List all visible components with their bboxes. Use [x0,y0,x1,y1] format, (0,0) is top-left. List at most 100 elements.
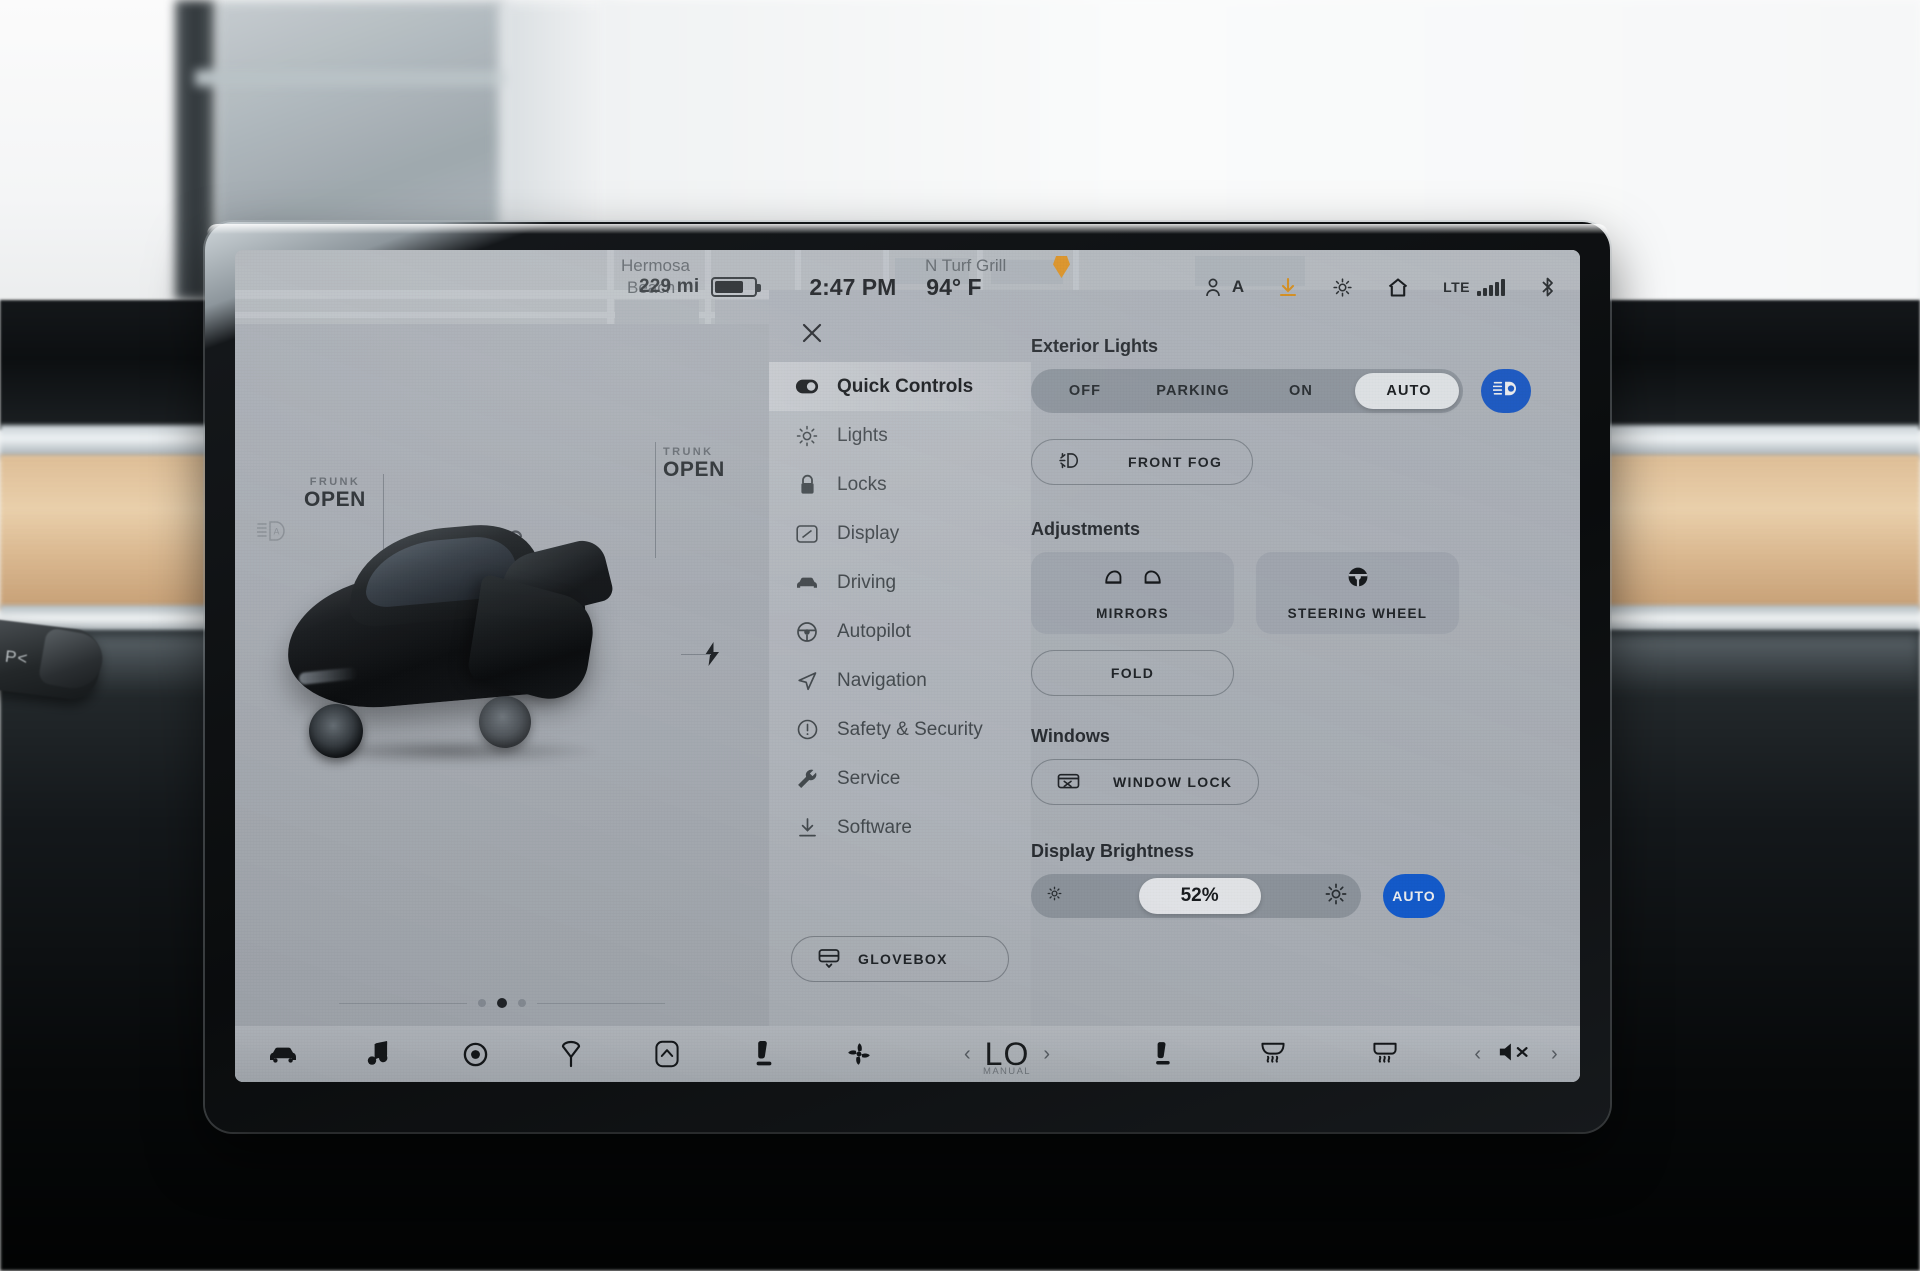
adjustments-title: Adjustments [1031,519,1141,539]
vehicle-ui: Hermosa Beach N Turf Grill 229 mi 2:47 P… [235,250,1580,1082]
bluetooth-icon[interactable] [1539,276,1556,298]
menu-item-driving[interactable]: Driving [769,558,1031,607]
touchscreen-display[interactable]: Hermosa Beach N Turf Grill 229 mi 2:47 P… [235,250,1580,1082]
front-fog-label: FRONT FOG [1128,454,1223,470]
climate-temperature-control[interactable]: ‹ LO › MANUAL [907,1036,1107,1077]
charge-port-icon [703,642,721,671]
brightness-value[interactable]: 52% [1138,878,1261,914]
menu-item-label: Service [837,767,901,789]
bottombar-media-button[interactable] [331,1041,427,1067]
car-visualization-pane[interactable]: A FRUNK OPEN TRUNK OPEN [235,324,769,1026]
page-dot-1[interactable] [478,999,486,1007]
bezel-highlight [207,224,1608,234]
controls-menu[interactable]: Quick Controls Lights Locks Display Driv… [769,362,1031,1026]
bottombar-wiper-button[interactable] [523,1040,619,1068]
exterior-lights-option-on[interactable]: ON [1247,383,1355,399]
temp-increase-button[interactable]: › [1043,1043,1050,1066]
svg-text:A: A [274,527,280,537]
menu-item-label: Display [837,522,900,544]
profile-icon[interactable]: A [1205,277,1244,298]
range-text: 229 mi [639,276,700,297]
bottombar-car-button[interactable] [235,1044,331,1064]
brightness-auto-button[interactable]: AUTO [1383,874,1445,918]
status-bar: 229 mi 2:47 PM 94° F A LTE [235,250,1580,324]
mirrors-label: MIRRORS [1096,606,1169,621]
sentry-icon[interactable] [1332,277,1353,298]
volume-mute-icon[interactable] [1497,1040,1535,1069]
menu-item-label: Quick Controls [837,375,974,397]
menu-item-service[interactable]: Service [769,754,1031,803]
auto-headlight-icon: A [256,520,287,547]
clock-text: 2:47 PM [809,273,897,300]
profile-letter: A [1231,277,1245,296]
exterior-lights-segmented-control[interactable]: OFF PARKING ON AUTO [1031,369,1463,413]
menu-item-safety-security[interactable]: Safety & Security [769,705,1031,754]
menu-item-autopilot[interactable]: Autopilot [769,607,1031,656]
battery-icon [711,277,762,297]
menu-item-navigation[interactable]: Navigation [769,656,1031,705]
quick-controls-content: Exterior Lights OFF PARKING ON AUTO FRON… [1031,336,1550,1026]
temp-decrease-button[interactable]: ‹ [964,1043,971,1066]
volume-increase-button[interactable]: › [1551,1043,1558,1066]
bottombar-trunk-button[interactable] [619,1039,715,1069]
menu-item-label: Software [837,816,912,838]
quick-controls-icon [795,378,819,395]
mirrors-icon [1097,565,1169,594]
glovebox-button[interactable]: GLOVEBOX [791,936,1009,982]
menu-item-software[interactable]: Software [769,803,1031,852]
page-indicator[interactable] [235,998,769,1008]
volume-decrease-button[interactable]: ‹ [1474,1043,1481,1066]
bottombar-front-defrost-button[interactable] [1329,1041,1441,1067]
bottombar-camera-button[interactable] [427,1041,523,1068]
windows-title: Windows [1031,726,1110,746]
fold-label: FOLD [1110,665,1155,681]
exterior-lights-option-off[interactable]: OFF [1031,383,1139,399]
bottombar-rear-defrost-button[interactable] [1217,1041,1329,1067]
network-type-text: LTE [1443,279,1470,295]
download-icon[interactable] [1278,277,1298,298]
lights-icon [795,425,819,447]
page-dot-3[interactable] [518,999,526,1007]
volume-control[interactable]: ‹ › [1441,1040,1580,1069]
exterior-lights-option-auto[interactable]: AUTO [1355,383,1463,399]
bottombar-fan-button[interactable] [811,1040,907,1068]
mirrors-tile[interactable]: MIRRORS [1031,552,1234,634]
bottombar-driver-seat-button[interactable] [715,1039,811,1069]
trunk-state: OPEN [663,458,725,481]
wrench-icon [795,768,819,790]
display-icon [795,524,819,544]
menu-item-label: Safety & Security [837,718,983,740]
exterior-lights-title: Exterior Lights [1031,336,1159,356]
center-touchscreen-unit: Hermosa Beach N Turf Grill 229 mi 2:47 P… [205,222,1610,1132]
trunk-annotation[interactable]: TRUNK OPEN [663,446,773,482]
menu-item-display[interactable]: Display [769,509,1031,558]
fold-mirrors-button[interactable]: FOLD [1031,650,1234,696]
climate-mode-label: MANUAL [983,1065,1031,1077]
home-icon[interactable] [1387,277,1409,298]
alert-circle-icon [795,719,819,740]
auto-highbeam-toggle[interactable] [1481,369,1531,413]
vehicle-rear-wheel [479,696,531,748]
menu-item-label: Locks [837,473,887,495]
bottombar-passenger-seat-button[interactable] [1107,1040,1217,1068]
menu-item-locks[interactable]: Locks [769,460,1031,509]
background-window-mullion [195,70,515,86]
exterior-lights-option-parking[interactable]: PARKING [1139,383,1247,399]
bottom-app-bar[interactable]: ‹ LO › MANUAL ‹ › [235,1026,1580,1082]
steering-wheel-label: STEERING WHEEL [1287,606,1428,621]
display-brightness-slider[interactable]: 52% [1031,874,1361,918]
menu-item-label: Driving [837,571,897,593]
lock-icon [795,474,819,496]
menu-item-label: Autopilot [837,620,911,642]
auto-highbeam-icon [1492,379,1519,403]
menu-item-lights[interactable]: Lights [769,411,1031,460]
display-brightness-title: Display Brightness [1031,841,1195,861]
signal-icon: LTE [1443,278,1505,296]
window-lock-button[interactable]: WINDOW LOCK [1031,759,1259,805]
page-dot-2[interactable] [497,998,507,1008]
vehicle-model-image[interactable] [281,502,687,764]
menu-item-quick-controls[interactable]: Quick Controls [769,362,1031,411]
front-fog-button[interactable]: FRONT FOG [1031,439,1253,485]
vehicle-front-wheel [309,704,363,758]
steering-wheel-tile[interactable]: STEERING WHEEL [1256,552,1459,634]
